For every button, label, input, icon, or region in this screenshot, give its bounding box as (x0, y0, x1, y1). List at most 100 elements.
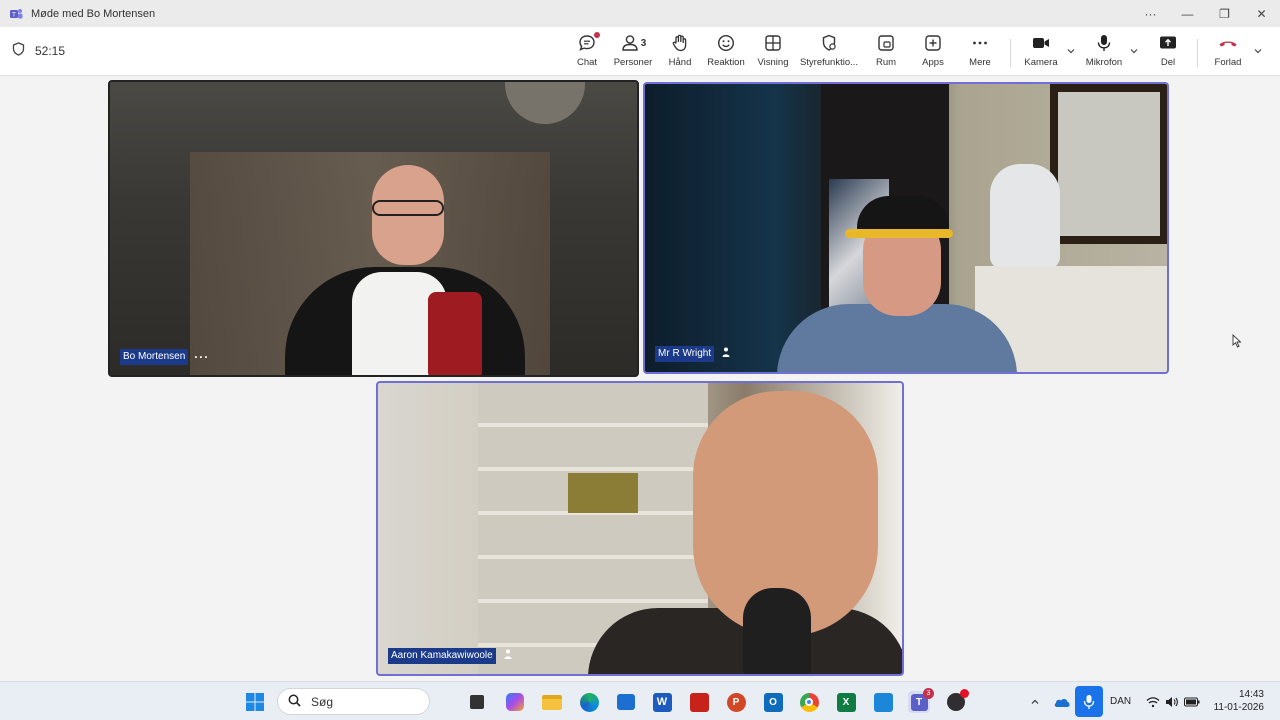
tray-overflow-chevron-icon[interactable] (1024, 691, 1046, 713)
mic-options-chevron-icon[interactable] (1129, 46, 1139, 56)
reaction-label: Reaktion (707, 57, 745, 68)
mic-in-use-icon[interactable] (1075, 686, 1103, 717)
onedrive-icon[interactable] (1051, 691, 1073, 713)
participant-status-icon (720, 345, 732, 363)
camera-options-chevron-icon[interactable] (1066, 46, 1076, 56)
wall-mirror (1050, 84, 1167, 244)
mouse-cursor-icon (1232, 333, 1242, 353)
hand-label: Hånd (668, 57, 692, 68)
timer-text: 52:15 (35, 43, 66, 58)
edge-browser-icon[interactable] (578, 691, 600, 713)
taskbar-search[interactable]: Søg (277, 688, 430, 715)
unread-dot (594, 32, 600, 38)
hang-up-icon (1217, 32, 1239, 54)
windows-logo-icon (246, 693, 264, 711)
people-count: 3 (640, 37, 647, 49)
windows-taskbar: Søg W P O X T 3 DAN 14:43 11-01-2026 (0, 681, 1280, 720)
volume-icon[interactable] (1161, 691, 1183, 713)
mic-label: Mikrofon (1085, 57, 1123, 68)
video-stage: Bo Mortensen ··· Mr R Wright Aaron Kamak… (0, 77, 1280, 681)
room-button[interactable]: Rum (872, 32, 900, 72)
microphone-button[interactable]: Mikrofon (1083, 32, 1125, 72)
microsoft-store-icon[interactable] (615, 691, 637, 713)
smiley-icon (716, 32, 736, 54)
settings-shield-icon (819, 32, 839, 54)
chat-icon (577, 32, 600, 54)
input-language[interactable]: DAN (1110, 682, 1131, 720)
more-icon (970, 32, 990, 54)
camera-button[interactable]: Kamera (1022, 32, 1060, 72)
people-label: Personer (613, 57, 653, 68)
leave-label: Forlad (1214, 57, 1242, 68)
close-button[interactable]: ✕ (1243, 0, 1280, 27)
meeting-timer: 52:15 (12, 42, 65, 59)
copilot-icon[interactable] (504, 691, 526, 713)
outlook-new-icon[interactable] (872, 691, 894, 713)
start-button[interactable] (244, 691, 266, 713)
leave-options-chevron-icon[interactable] (1253, 46, 1263, 56)
white-vase (990, 164, 1060, 269)
add-app-icon (923, 32, 943, 54)
acrobat-icon[interactable] (688, 691, 710, 713)
minimize-button[interactable]: — (1169, 0, 1206, 27)
microphone-icon (1094, 32, 1114, 54)
clock-time: 14:43 (1238, 689, 1264, 700)
controls-label: Styrefunktio... (799, 57, 859, 68)
room-icon (876, 32, 896, 54)
share-label: Del (1160, 57, 1176, 68)
people-icon: 3 (620, 32, 647, 54)
outlook-icon[interactable]: O (762, 691, 784, 713)
meeting-toolbar: 52:15 Chat 3 Personer Hånd Reaktion Visn… (0, 27, 1280, 76)
teams-taskbar-icon[interactable]: T 3 (908, 688, 934, 713)
reaction-button[interactable]: Reaktion (706, 32, 746, 72)
chrome-icon[interactable] (798, 691, 820, 713)
task-view-icon[interactable] (466, 691, 488, 713)
participant-name: Mr R Wright (655, 346, 715, 362)
window-menu-button[interactable]: ··· (1132, 0, 1169, 27)
cap-brim (845, 229, 953, 238)
participant-more-button[interactable]: ··· (194, 350, 209, 364)
teams-logo-icon: T (9, 7, 23, 21)
shield-icon (12, 42, 25, 59)
apps-button[interactable]: Apps (919, 32, 947, 72)
powerpoint-icon[interactable]: P (725, 691, 747, 713)
video-tile-bo-mortensen[interactable]: Bo Mortensen ··· (108, 80, 639, 377)
raise-hand-button[interactable]: Hånd (666, 32, 694, 72)
controls-button[interactable]: Styrefunktio... (799, 32, 859, 72)
chat-button[interactable]: Chat (573, 32, 601, 72)
microphone-prop (743, 588, 811, 674)
apps-label: Apps (922, 57, 944, 68)
more-button[interactable]: Mere (966, 32, 994, 72)
video-camera-icon (1031, 32, 1051, 54)
hand-icon (670, 32, 690, 54)
obs-icon[interactable] (945, 689, 969, 713)
clock-date: 11-01-2026 (1213, 702, 1264, 713)
view-label: Visning (757, 57, 789, 68)
room-label: Rum (875, 57, 897, 68)
title-bar: T Møde med Bo Mortensen ··· — ❐ ✕ (0, 0, 1280, 27)
participant-status-icon (502, 647, 514, 665)
people-button[interactable]: 3 Personer (613, 32, 653, 72)
glasses (372, 200, 444, 216)
teams-notification-badge: 3 (923, 688, 934, 699)
svg-text:T: T (11, 11, 16, 18)
video-tile-mr-r-wright[interactable]: Mr R Wright (643, 82, 1169, 374)
word-icon[interactable]: W (651, 691, 673, 713)
share-screen-icon (1158, 32, 1178, 54)
battery-icon[interactable] (1181, 691, 1203, 713)
leave-button[interactable]: Forlad (1210, 32, 1246, 72)
microphone-prop (428, 292, 482, 375)
restore-button[interactable]: ❐ (1206, 0, 1243, 27)
more-label: Mere (969, 57, 991, 68)
excel-icon[interactable]: X (835, 691, 857, 713)
box-on-shelf (568, 473, 638, 513)
search-icon (288, 694, 301, 710)
ceiling-lamp (505, 82, 585, 124)
share-button[interactable]: Del (1155, 32, 1181, 72)
participant-name: Aaron Kamakawiwoole (388, 648, 496, 664)
file-explorer-icon[interactable] (541, 691, 563, 713)
view-button[interactable]: Visning (756, 32, 790, 72)
search-placeholder: Søg (311, 694, 334, 709)
taskbar-clock[interactable]: 14:43 11-01-2026 (1214, 688, 1264, 714)
video-tile-aaron-kamakawiwoole[interactable]: Aaron Kamakawiwoole (376, 381, 904, 676)
